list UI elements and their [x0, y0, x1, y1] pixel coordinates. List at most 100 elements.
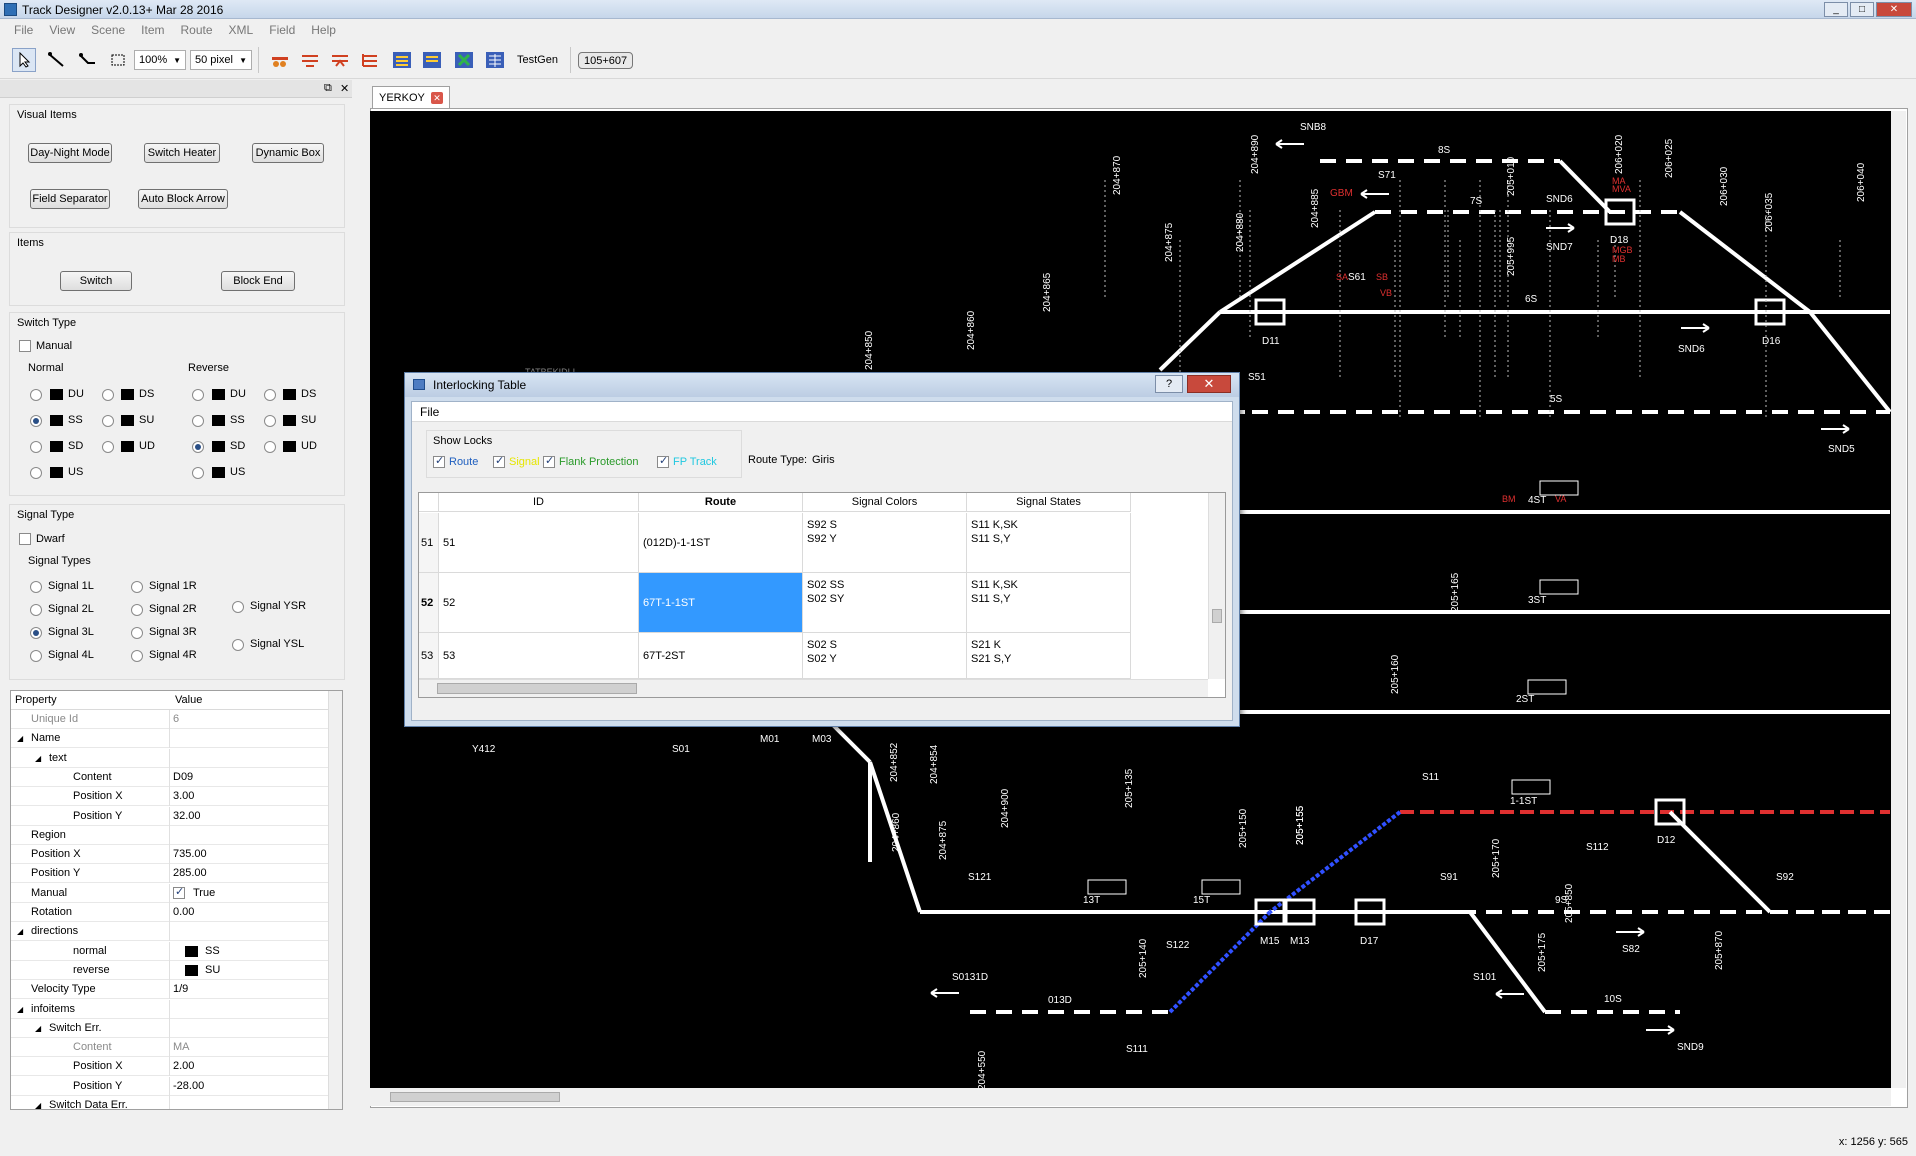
cell-signal-states[interactable]: S11 K,SK S11 S,Y	[967, 573, 1131, 633]
normal-ds-radio[interactable]	[102, 389, 114, 401]
signal-4r-radio[interactable]	[131, 650, 143, 662]
block-end-button[interactable]: Block End	[221, 271, 295, 291]
property-row[interactable]: Velocity Type 1/9	[11, 980, 329, 1000]
property-row[interactable]: Position X 2.00	[11, 1057, 329, 1077]
dialog-menu-file[interactable]: File	[420, 405, 439, 419]
menu-help[interactable]: Help	[303, 20, 344, 40]
col-signal-colors[interactable]: Signal Colors	[803, 493, 967, 512]
switch-tool-button[interactable]	[75, 48, 99, 72]
property-row[interactable]: Content MA	[11, 1038, 329, 1058]
reverse-ss-radio[interactable]	[192, 415, 204, 427]
zoom-select[interactable]: 100% ▼	[134, 50, 186, 70]
cell-route[interactable]: 67T-1-1ST	[639, 573, 803, 633]
grid-select[interactable]: 50 pixel ▼	[190, 50, 252, 70]
table-vscroll[interactable]	[1208, 493, 1225, 679]
cell-id[interactable]: 53	[439, 633, 639, 679]
cell-route[interactable]: (012D)-1-1ST	[639, 513, 803, 573]
cell-signal-states[interactable]: S11 K,SK S11 S,Y	[967, 513, 1131, 573]
expand-arrow-icon[interactable]: ◢	[17, 734, 23, 743]
field-separator-button[interactable]: Field Separator	[30, 189, 110, 209]
tool-signal-button[interactable]	[268, 48, 292, 72]
col-id[interactable]: ID	[439, 493, 639, 512]
reverse-us-radio[interactable]	[192, 467, 204, 479]
dwarf-checkbox[interactable]	[19, 533, 31, 545]
testgen-button[interactable]: TestGen	[517, 48, 558, 72]
line-tool-button[interactable]	[44, 48, 68, 72]
cell-signal-colors[interactable]: S92 S S92 Y	[803, 513, 967, 573]
signal-2r-radio[interactable]	[131, 604, 143, 616]
normal-su-radio[interactable]	[102, 415, 114, 427]
property-row[interactable]: ◢ Name	[11, 729, 329, 749]
signal-4l-radio[interactable]	[30, 650, 42, 662]
normal-us-radio[interactable]	[30, 467, 42, 479]
cell-route[interactable]: 67T-2ST	[639, 633, 803, 679]
rect-select-button[interactable]	[106, 48, 130, 72]
close-tab-icon[interactable]: ✕	[431, 92, 443, 104]
cell-signal-colors[interactable]: S02 SS S02 SY	[803, 573, 967, 633]
signal-2l-radio[interactable]	[30, 604, 42, 616]
signal-3l-radio[interactable]	[30, 627, 42, 639]
property-row[interactable]: normal SS	[11, 941, 329, 961]
reverse-ud-radio[interactable]	[264, 441, 276, 453]
signal-3r-radio[interactable]	[131, 627, 143, 639]
row-number[interactable]: 51	[419, 513, 439, 573]
dock-close-button[interactable]: ✕	[340, 82, 349, 95]
cell-id[interactable]: 51	[439, 513, 639, 573]
property-row[interactable]: Position Y 32.00	[11, 806, 329, 826]
menu-file[interactable]: File	[6, 20, 41, 40]
col-signal-states[interactable]: Signal States	[967, 493, 1131, 512]
signal-1r-radio[interactable]	[131, 581, 143, 593]
cell-id[interactable]: 52	[439, 573, 639, 633]
tool-excel-button[interactable]	[452, 48, 476, 72]
property-row[interactable]: ◢ text	[11, 748, 329, 768]
signal-1l-radio[interactable]	[30, 581, 42, 593]
tool-table2-button[interactable]	[483, 48, 507, 72]
expand-arrow-icon[interactable]: ◢	[35, 1101, 41, 1109]
property-row[interactable]: Manual True	[11, 883, 329, 903]
property-row[interactable]: ◢ Switch Data Err.	[11, 1096, 329, 1109]
col-route[interactable]: Route	[639, 493, 803, 512]
menu-item[interactable]: Item	[133, 20, 172, 40]
route-lock-checkbox[interactable]	[433, 454, 445, 468]
property-row[interactable]: Region	[11, 825, 329, 845]
property-scrollbar[interactable]	[328, 691, 342, 1109]
property-row[interactable]: Rotation 0.00	[11, 903, 329, 922]
property-row[interactable]: ◢ Switch Err.	[11, 1018, 329, 1038]
row-number[interactable]: 53	[419, 633, 439, 679]
tab-yerkoy[interactable]: YERKOY ✕	[372, 86, 450, 108]
table-vscroll-thumb[interactable]	[1212, 609, 1222, 623]
signal-lock-checkbox[interactable]	[493, 454, 505, 468]
normal-ss-radio[interactable]	[30, 415, 42, 427]
close-button[interactable]: ✕	[1876, 2, 1912, 17]
menu-xml[interactable]: XML	[221, 20, 262, 40]
menu-scene[interactable]: Scene	[83, 20, 133, 40]
property-row[interactable]: Position X 735.00	[11, 845, 329, 865]
menu-route[interactable]: Route	[173, 20, 221, 40]
normal-sd-radio[interactable]	[30, 441, 42, 453]
dialog-help-button[interactable]: ?	[1155, 375, 1183, 393]
row-number[interactable]: 52	[419, 573, 439, 633]
canvas-horizontal-scrollbar[interactable]	[370, 1088, 1891, 1106]
flank-protection-checkbox[interactable]	[543, 454, 555, 468]
maximize-button[interactable]: □	[1850, 2, 1874, 17]
expand-arrow-icon[interactable]: ◢	[35, 1024, 41, 1033]
property-row[interactable]: Position Y -28.00	[11, 1076, 329, 1096]
tool-grid-button[interactable]	[390, 48, 414, 72]
reverse-sd-radio[interactable]	[192, 441, 204, 453]
canvas-vertical-scrollbar[interactable]	[1891, 111, 1906, 1088]
expand-arrow-icon[interactable]: ◢	[17, 927, 23, 936]
property-row[interactable]: Unique Id 6	[11, 710, 329, 729]
signal-ysl-radio[interactable]	[232, 639, 244, 651]
tool-flank-button[interactable]	[328, 48, 352, 72]
canvas-h-thumb[interactable]	[390, 1092, 560, 1102]
property-row[interactable]: ◢ infoitems	[11, 999, 329, 1019]
expand-arrow-icon[interactable]: ◢	[17, 1005, 23, 1014]
normal-du-radio[interactable]	[30, 389, 42, 401]
select-tool-button[interactable]	[12, 48, 36, 72]
tool-table-button[interactable]	[358, 48, 382, 72]
manual-value-checkbox[interactable]	[173, 885, 185, 899]
manual-checkbox[interactable]	[19, 340, 31, 352]
fp-track-checkbox[interactable]	[657, 454, 669, 468]
tool-export-button[interactable]	[420, 48, 444, 72]
dock-float-button[interactable]: ⧉	[324, 82, 332, 95]
